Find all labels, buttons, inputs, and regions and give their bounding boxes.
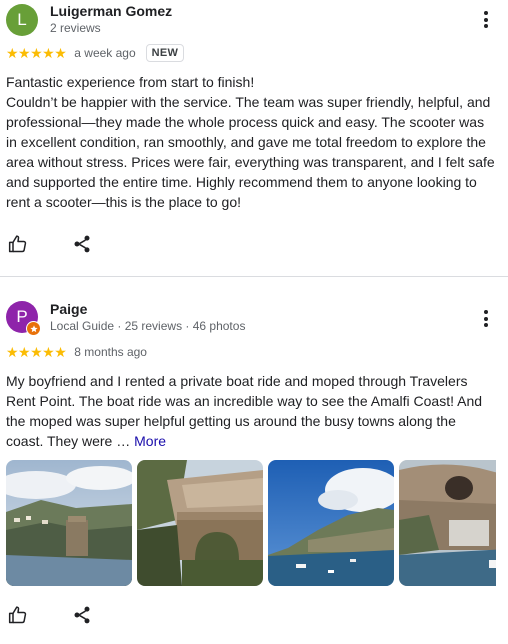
review-time: 8 months ago — [74, 345, 147, 359]
local-guide-star-icon — [26, 321, 41, 336]
new-badge: NEW — [145, 44, 185, 62]
reviewer-name[interactable]: Paige — [50, 301, 87, 317]
reviewer-meta[interactable]: 2 reviews — [50, 21, 101, 35]
review-time: a week ago — [74, 46, 136, 60]
like-button[interactable] — [8, 234, 28, 254]
reviewer-meta[interactable]: Local Guide · 25 reviews · 46 photos — [50, 319, 245, 333]
rating-row: ★★★★★ a week ago NEW — [6, 44, 185, 62]
review-photo[interactable] — [268, 460, 394, 586]
review-actions — [8, 605, 92, 625]
review-photos — [6, 460, 496, 586]
review-photo[interactable] — [6, 460, 132, 586]
review-photo[interactable] — [137, 460, 263, 586]
more-vert-icon — [484, 11, 488, 15]
review-card: L Luigerman Gomez 2 reviews ★★★★★ a week… — [0, 0, 508, 276]
avatar-letter: L — [17, 10, 27, 29]
more-options-button[interactable] — [482, 11, 490, 31]
reviewer-name[interactable]: Luigerman Gomez — [50, 3, 172, 19]
thumb-up-icon — [8, 235, 27, 253]
review-photo[interactable] — [399, 460, 496, 586]
more-vert-icon — [484, 310, 488, 314]
like-button[interactable] — [8, 605, 28, 625]
more-options-button[interactable] — [482, 310, 490, 330]
rating-row: ★★★★★ 8 months ago — [6, 345, 147, 359]
avatar[interactable]: P — [6, 301, 41, 336]
share-icon — [74, 235, 90, 253]
review-actions — [8, 234, 92, 254]
review-card: P Paige Local Guide · 25 reviews · 46 ph… — [0, 277, 508, 644]
share-button[interactable] — [72, 605, 92, 625]
more-link[interactable]: More — [134, 433, 166, 449]
star-rating: ★★★★★ — [6, 45, 67, 61]
star-rating: ★★★★★ — [6, 344, 67, 360]
share-icon — [74, 606, 90, 624]
thumb-up-icon — [8, 606, 27, 624]
review-text-content: My boyfriend and I rented a private boat… — [6, 373, 483, 449]
share-button[interactable] — [72, 234, 92, 254]
review-text: My boyfriend and I rented a private boat… — [6, 371, 496, 451]
review-text: Fantastic experience from start to finis… — [6, 74, 495, 210]
avatar[interactable]: L — [6, 4, 38, 36]
